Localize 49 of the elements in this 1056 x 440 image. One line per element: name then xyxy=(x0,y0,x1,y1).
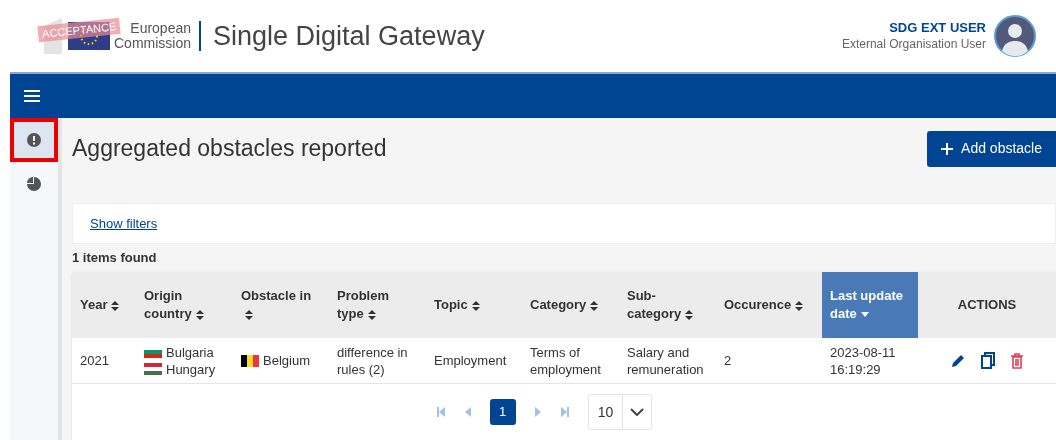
alert-icon xyxy=(27,133,41,147)
table-cell-text: Employment xyxy=(433,352,508,370)
menu-icon[interactable] xyxy=(24,90,40,102)
table-cell-text: difference in rules (2) xyxy=(336,343,409,379)
sort-icon xyxy=(685,309,694,320)
plus-icon xyxy=(941,142,954,155)
sort-icon xyxy=(111,300,120,311)
avatar-icon[interactable] xyxy=(994,15,1036,57)
sort-descending-icon xyxy=(860,312,869,318)
country-name: Belgium xyxy=(263,352,310,369)
page-title: Aggregated obstacles reported xyxy=(72,134,387,164)
table-cell-text: 2021 xyxy=(79,352,110,370)
table-cell-text: 2 xyxy=(723,352,733,370)
chevron-down-icon xyxy=(630,408,645,416)
column-header[interactable]: Occurence xyxy=(716,272,822,338)
sort-icon xyxy=(795,300,804,311)
column-header[interactable]: Problem type xyxy=(329,272,426,338)
table-cell-text: 2023-08-11 16:19:29 xyxy=(829,343,897,379)
copy-icon[interactable] xyxy=(980,351,996,370)
country-name: Hungary xyxy=(166,360,216,378)
sort-icon xyxy=(367,309,376,320)
alert-nav-item[interactable] xyxy=(10,118,58,162)
sort-icon xyxy=(590,300,599,311)
trash-icon[interactable] xyxy=(1010,352,1024,369)
result-count: 1 items found xyxy=(72,249,158,268)
column-header[interactable]: Year xyxy=(72,272,136,338)
column-header[interactable]: Category xyxy=(522,272,619,338)
add-obstacle-button[interactable]: Add obstacle xyxy=(927,130,1056,167)
page-button[interactable]: 1 xyxy=(489,399,516,425)
edit-pencil-icon[interactable] xyxy=(950,352,966,369)
show-filters-link[interactable]: Show filters xyxy=(90,213,158,234)
sort-icon xyxy=(195,309,204,320)
user-role: External Organisation User xyxy=(841,36,986,52)
column-header[interactable]: Last update date xyxy=(822,272,918,338)
user-name: SDG EXT USER xyxy=(889,20,986,36)
sort-icon xyxy=(471,300,480,311)
country-name: Bulgaria xyxy=(166,343,214,361)
table-cell-text: Salary and remuneration xyxy=(626,343,705,379)
app-title: Single Digital Gateway xyxy=(213,19,485,53)
table-cell-text: Terms of employment xyxy=(529,343,602,379)
column-header[interactable]: Topic xyxy=(426,272,522,338)
pie-chart-icon xyxy=(27,177,41,191)
column-header[interactable]: Sub-category xyxy=(619,272,716,338)
column-header[interactable]: Obstacle in xyxy=(233,272,329,338)
logo-text: European xyxy=(130,21,191,36)
page-size-select[interactable]: 10 xyxy=(587,394,653,430)
column-header[interactable]: Origin country xyxy=(136,272,233,338)
column-header[interactable]: ACTIONS xyxy=(918,272,1056,338)
sort-icon xyxy=(245,309,253,320)
